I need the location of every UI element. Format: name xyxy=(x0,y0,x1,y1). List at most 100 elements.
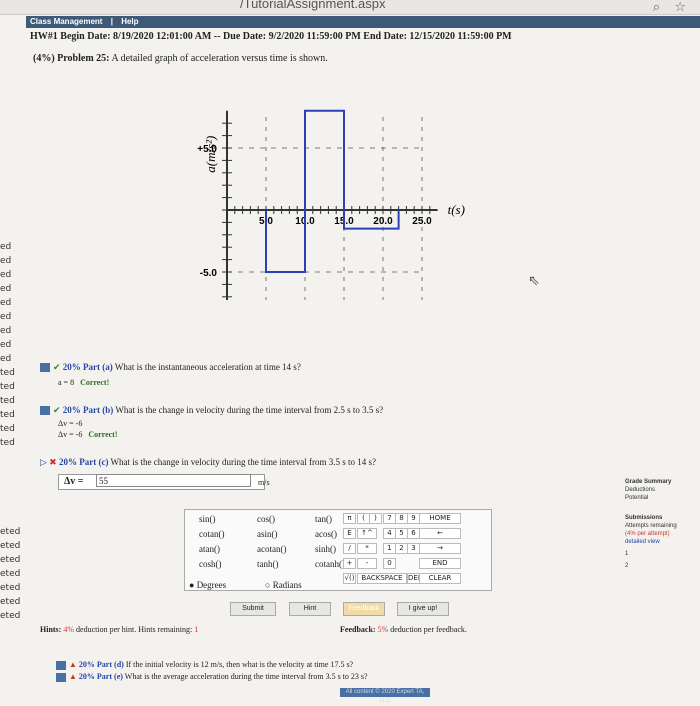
calc-fn-cos[interactable]: cos() xyxy=(257,514,275,524)
calc-fn-acotan[interactable]: acotan() xyxy=(257,544,286,554)
calc-key[interactable]: BACKSPACE xyxy=(357,573,407,584)
nav-separator: | xyxy=(110,17,113,26)
left-status-list: ed ed ed ed ed ed ed ed ed ted ted ted ted ted ted xyxy=(0,240,16,450)
browser-bar: /TutorialAssignment.aspx ⌕ ☆ xyxy=(0,0,700,15)
left-status-item[interactable]: eted xyxy=(0,609,22,623)
left-status-item[interactable]: eted xyxy=(0,595,22,609)
calc-fn-cotan[interactable]: cotan() xyxy=(199,529,224,539)
y-tick-label: -5.0 xyxy=(200,268,218,279)
left-status-item[interactable]: ted xyxy=(0,366,16,380)
calc-key[interactable]: ← xyxy=(419,528,461,539)
submit-button[interactable]: Submit xyxy=(230,602,276,616)
left-status-item[interactable]: ed xyxy=(0,282,16,296)
part-a-question: What is the instantaneous acceleration a… xyxy=(114,362,301,372)
left-status-item[interactable]: ed xyxy=(0,296,16,310)
calc-key[interactable]: 0 xyxy=(383,558,396,569)
url-text[interactable]: /TutorialAssignment.aspx xyxy=(240,0,385,11)
check-icon: ✔ xyxy=(53,362,61,372)
calc-key[interactable]: CLEAR xyxy=(419,573,461,584)
calc-fn-sinh[interactable]: sinh() xyxy=(315,544,336,554)
detailed-view-link[interactable]: detailed view xyxy=(625,538,700,546)
part-a-toggle-icon[interactable] xyxy=(40,363,50,373)
calc-key[interactable]: ) xyxy=(369,513,382,524)
footer-copyright: All content © 2020 Expert TA, LLC xyxy=(340,688,430,704)
calc-fn-sin[interactable]: sin() xyxy=(199,514,216,524)
calc-key[interactable]: HOME xyxy=(419,513,461,524)
left-status-item[interactable]: ted xyxy=(0,422,16,436)
calc-key[interactable]: + xyxy=(343,558,356,569)
left-status-item[interactable]: eted xyxy=(0,539,22,553)
calc-key[interactable]: E xyxy=(343,528,356,539)
left-status-item[interactable]: eted xyxy=(0,567,22,581)
calc-fn-atan[interactable]: atan() xyxy=(199,544,220,554)
answer-input[interactable]: 55 xyxy=(96,474,251,487)
problem-header: (4%) Problem 25: A detailed graph of acc… xyxy=(33,53,328,64)
calc-fn-tanh[interactable]: tanh() xyxy=(257,559,279,569)
nav-class-management[interactable]: Class Management xyxy=(30,17,102,26)
acceleration-chart: 5.0 10.0 15.0 20.0 25.0+5.0-5.0a(m/s²)t(s) xyxy=(197,109,465,300)
calc-key[interactable]: → xyxy=(419,543,461,554)
left-status-item[interactable]: ed xyxy=(0,338,16,352)
calc-fn-acos[interactable]: acos() xyxy=(315,529,337,539)
problem-label: Problem 25: xyxy=(57,53,110,64)
problem-pct: (4%) xyxy=(33,53,55,64)
hint-button[interactable]: Hint xyxy=(289,602,331,616)
play-icon[interactable]: ▷ xyxy=(40,457,47,467)
radians-radio[interactable]: ○ Radians xyxy=(265,580,302,590)
x-tick-label: 20.0 xyxy=(373,216,393,227)
left-status-item[interactable]: ted xyxy=(0,394,16,408)
left-status-item[interactable]: ted xyxy=(0,380,16,394)
calc-key[interactable]: / xyxy=(343,543,356,554)
grade-summary-panel: Grade Summary Deductions Potential Submi… xyxy=(625,478,700,570)
part-e-toggle-icon[interactable] xyxy=(56,672,66,682)
calc-fn-cotanh[interactable]: cotanh() xyxy=(315,559,345,569)
axes: 5.0 10.0 15.0 20.0 25.0+5.0-5.0a(m/s²)t(s) xyxy=(197,110,465,300)
part-d-toggle-icon[interactable] xyxy=(56,660,66,670)
left-status-item[interactable]: ed xyxy=(0,324,16,338)
part-b-pct: 20% Part (b) xyxy=(62,405,114,415)
star-icon[interactable]: ☆ xyxy=(674,0,686,15)
part-a-pct: 20% Part (a) xyxy=(62,362,113,372)
warning-icon: ▲ xyxy=(69,660,77,669)
left-status-item[interactable]: ted xyxy=(0,436,16,450)
left-status-item[interactable]: eted xyxy=(0,581,22,595)
mouse-cursor-icon: ⇖ xyxy=(528,274,540,289)
calc-key[interactable]: ↑^ xyxy=(357,528,377,539)
calc-fn-tan[interactable]: tan() xyxy=(315,514,332,524)
series xyxy=(265,109,400,273)
left-status-list-2: eted eted eted eted eted eted eted xyxy=(0,525,22,623)
calc-key[interactable]: * xyxy=(357,543,377,554)
hints-info: Hints: 4% deduction per hint. Hints rema… xyxy=(40,625,199,634)
part-b-answer-2: Δv = -6 Correct! xyxy=(58,430,118,439)
calc-fn-asin[interactable]: asin() xyxy=(257,529,278,539)
part-c-pct: 20% Part (c) xyxy=(58,457,109,467)
x-tick-label: 25.0 xyxy=(412,216,432,227)
nav-help[interactable]: Help xyxy=(121,17,138,26)
left-status-item[interactable]: eted xyxy=(0,553,22,567)
left-status-item[interactable]: ed xyxy=(0,352,16,366)
left-status-item[interactable]: eted xyxy=(0,525,22,539)
degrees-radio[interactable]: ● Degrees xyxy=(189,580,226,590)
browser-icons: ⌕ ☆ xyxy=(643,0,686,15)
search-icon[interactable]: ⌕ xyxy=(653,0,660,15)
left-status-item[interactable]: ed xyxy=(0,310,16,324)
left-status-item[interactable]: ed xyxy=(0,268,16,282)
cross-icon: ✖ xyxy=(49,457,57,467)
part-b-toggle-icon[interactable] xyxy=(40,406,50,416)
feedback-button[interactable]: Feedback xyxy=(343,602,385,616)
check-icon: ✔ xyxy=(53,405,61,415)
left-status-item[interactable]: ted xyxy=(0,408,16,422)
give-up-button[interactable]: I give up! xyxy=(397,602,449,616)
calc-key[interactable]: END xyxy=(419,558,461,569)
part-d: ▲ 20% Part (d) If the initial velocity i… xyxy=(56,660,353,670)
part-c-question: What is the change in velocity during th… xyxy=(110,457,376,467)
feedback-info: Feedback: 5% deduction per feedback. xyxy=(340,625,467,634)
calc-key[interactable]: - xyxy=(357,558,377,569)
calc-fn-cosh[interactable]: cosh() xyxy=(199,559,222,569)
calc-key[interactable]: √() xyxy=(343,573,356,584)
left-status-item[interactable]: ed xyxy=(0,254,16,268)
calc-key[interactable]: π xyxy=(343,513,356,524)
x-axis-label: t(s) xyxy=(448,202,465,217)
left-status-item[interactable]: ed xyxy=(0,240,16,254)
y-axis-label: a(m/s²) xyxy=(203,136,218,173)
